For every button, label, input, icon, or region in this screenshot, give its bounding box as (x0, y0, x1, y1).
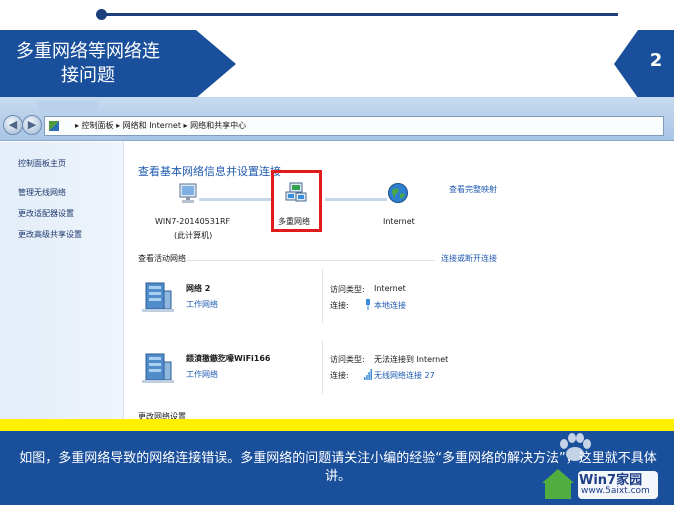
network-1-separator (322, 269, 323, 323)
control-panel-icon (49, 121, 59, 131)
network-building-icon (142, 353, 174, 383)
multi-network-highlight (271, 170, 322, 232)
caption-accent-bar (0, 419, 674, 431)
back-button[interactable]: ◀ (3, 115, 23, 135)
left-link-control-panel-home[interactable]: 控制面板主页 (18, 158, 66, 169)
watermark-url: www.5aixt.com (581, 486, 650, 496)
network-sharing-center-screenshot: ◀ ▶ ▸ 控制面板 ▸ 网络和 Internet ▸ 网络和共享中心 控制面板… (0, 97, 674, 419)
view-full-map-link[interactable]: 查看完整映射 (449, 184, 497, 195)
forward-button[interactable]: ▶ (22, 115, 42, 135)
connection-line-right (325, 198, 387, 201)
header-rule (100, 13, 618, 16)
address-bar[interactable]: ▸ 控制面板 ▸ 网络和 Internet ▸ 网络和共享中心 (44, 116, 664, 136)
network-1-access-key: 访问类型: (330, 285, 365, 294)
paw-watermark-icon (560, 433, 591, 461)
network-2-name: 鍡濆獥鏃犵嚎WiFi166 (186, 354, 271, 363)
main-heading: 查看基本网络信息并设置连接 (138, 165, 281, 178)
address-path: ▸ 控制面板 ▸ 网络和 Internet ▸ 网络和共享中心 (75, 121, 247, 130)
network-2-separator (322, 340, 323, 394)
active-networks-heading: 查看活动网络 (138, 254, 186, 263)
wireless-signal-icon (364, 369, 372, 380)
title-banner-arrow (196, 30, 236, 98)
left-task-pane: 控制面板主页 管理无线网络 更改适配器设置 更改高级共享设置 (0, 142, 124, 419)
computer-name: WIN7-20140531RF (155, 217, 231, 226)
active-networks-rule (185, 260, 435, 261)
network-1-name: 网络 2 (186, 284, 211, 293)
left-link-advanced-sharing[interactable]: 更改高级共享设置 (18, 229, 82, 240)
network-2-access-value: 无法连接到 Internet (374, 355, 449, 364)
window-chrome: ◀ ▶ ▸ 控制面板 ▸ 网络和 Internet ▸ 网络和共享中心 (0, 97, 674, 141)
slide-title: 多重网络等网络连接问题 (16, 41, 160, 86)
ethernet-icon (366, 299, 370, 310)
left-link-manage-wireless[interactable]: 管理无线网络 (18, 187, 66, 198)
network-2-connection-key: 连接: (330, 371, 349, 380)
network-2-access-key: 访问类型: (330, 355, 365, 364)
network-2-type-link[interactable]: 工作网络 (186, 369, 218, 380)
connect-disconnect-link[interactable]: 连接或断开连接 (441, 253, 497, 264)
computer-subtitle: (此计算机) (174, 231, 213, 240)
connection-line-left (199, 198, 271, 201)
network-1-access-value: Internet (374, 284, 406, 293)
globe-icon[interactable] (387, 182, 409, 204)
network-1-connection-key: 连接: (330, 301, 349, 310)
internet-label: Internet (383, 217, 415, 226)
page-number: 2 (649, 50, 663, 71)
network-1-type-link[interactable]: 工作网络 (186, 299, 218, 310)
change-network-settings-heading: 更改网络设置 (138, 412, 186, 419)
computer-icon (179, 183, 197, 203)
window-title-blur (38, 101, 98, 111)
network-2-connection-link[interactable]: 无线网络连接 27 (374, 370, 435, 381)
page-number-arrow (614, 30, 638, 98)
network-building-icon (142, 282, 174, 312)
left-link-adapter-settings[interactable]: 更改适配器设置 (18, 208, 74, 219)
network-1-connection-link[interactable]: 本地连接 (374, 300, 406, 311)
main-content: 查看基本网络信息并设置连接 查看完整映射 WIN7-20140531RF (此计… (125, 142, 674, 419)
